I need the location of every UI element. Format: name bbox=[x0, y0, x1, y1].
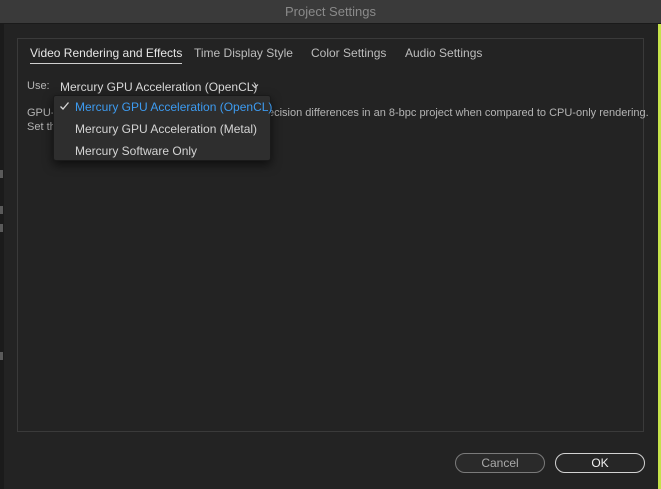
renderer-option-label: Mercury Software Only bbox=[75, 144, 198, 158]
edge-mark bbox=[0, 206, 3, 214]
renderer-description-line-2: Set th bbox=[27, 121, 56, 133]
renderer-select-value: Mercury GPU Acceleration (OpenCL) bbox=[60, 80, 258, 94]
tab-video-rendering-and-effects[interactable]: Video Rendering and Effects bbox=[30, 46, 183, 64]
edge-mark bbox=[0, 352, 3, 360]
window-title: Project Settings bbox=[284, 4, 377, 19]
cancel-button[interactable]: Cancel bbox=[455, 453, 545, 473]
chevron-down-icon bbox=[251, 84, 259, 89]
description-line-1-end: ecision differences in an 8-bpc project … bbox=[268, 107, 649, 119]
renderer-use-label: Use: bbox=[27, 80, 50, 92]
ok-button[interactable]: OK bbox=[555, 453, 645, 473]
project-settings-window: Project Settings Video Rendering and Eff… bbox=[0, 0, 661, 489]
left-window-edge bbox=[0, 24, 4, 489]
edge-mark bbox=[0, 170, 3, 178]
renderer-select[interactable]: Mercury GPU Acceleration (OpenCL) bbox=[53, 76, 267, 96]
title-bar[interactable]: Project Settings bbox=[0, 0, 661, 24]
renderer-dropdown-menu: Mercury GPU Acceleration (OpenCL) Mercur… bbox=[53, 95, 273, 162]
renderer-option-opencl[interactable]: Mercury GPU Acceleration (OpenCL) bbox=[54, 96, 273, 118]
checkmark-icon bbox=[60, 102, 69, 110]
renderer-option-label: Mercury GPU Acceleration (OpenCL) bbox=[75, 100, 273, 114]
renderer-option-software-only[interactable]: Mercury Software Only bbox=[54, 140, 270, 162]
tab-audio-settings[interactable]: Audio Settings bbox=[405, 46, 482, 60]
renderer-option-label: Mercury GPU Acceleration (Metal) bbox=[75, 122, 258, 136]
tab-time-display-style[interactable]: Time Display Style bbox=[194, 46, 293, 60]
description-line-2-start: Set th bbox=[27, 121, 56, 133]
edge-mark bbox=[0, 224, 3, 232]
renderer-option-metal[interactable]: Mercury GPU Acceleration (Metal) bbox=[54, 118, 270, 140]
tab-color-settings[interactable]: Color Settings bbox=[311, 46, 386, 60]
